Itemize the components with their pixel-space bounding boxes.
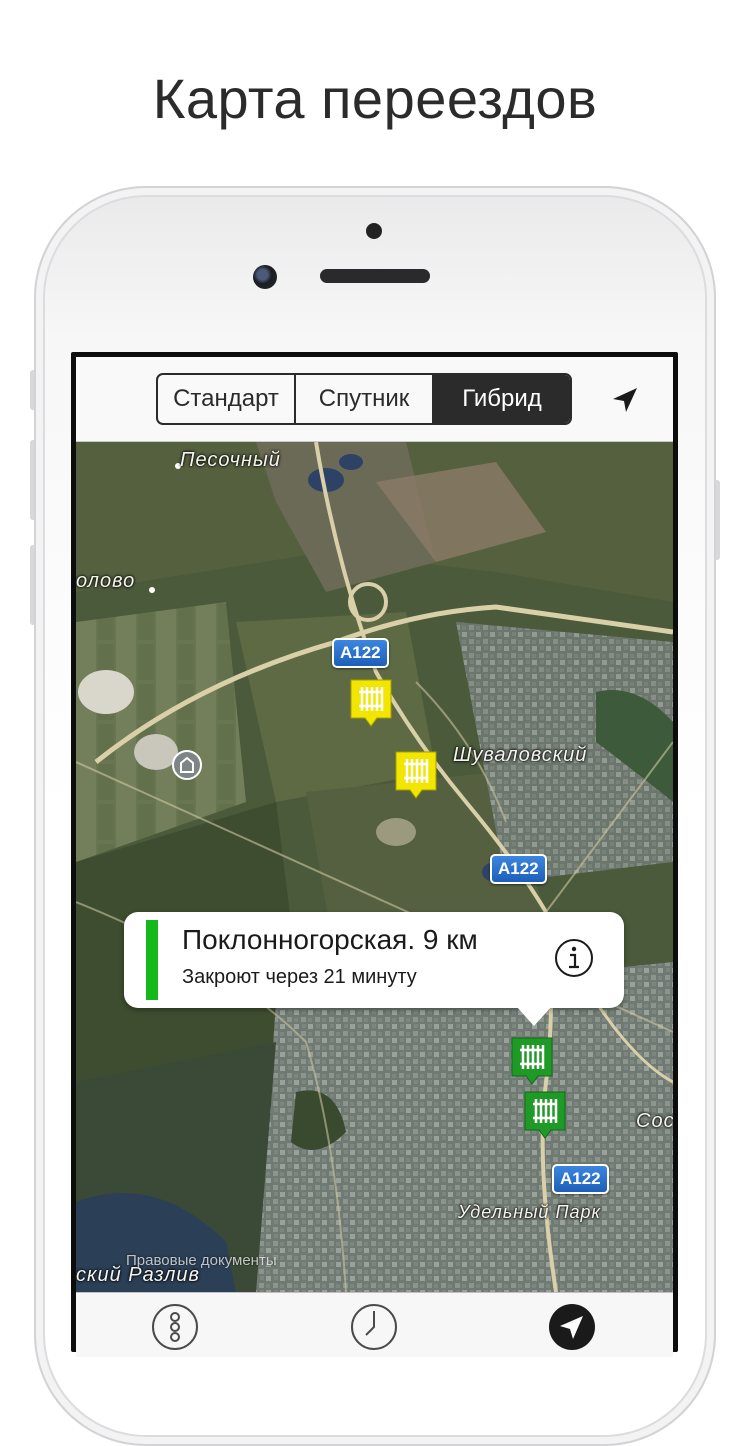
map-view[interactable]: Песочный олово Шуваловский Удельный Парк… bbox=[76, 442, 673, 1292]
crossing-callout[interactable]: Поклонногорская. 9 км Закроют через 21 м… bbox=[124, 912, 624, 1026]
location-arrow-icon[interactable] bbox=[609, 384, 641, 416]
callout-pointer bbox=[516, 1006, 552, 1026]
page-headline: Карта переездов bbox=[152, 67, 598, 130]
clock-icon[interactable] bbox=[350, 1303, 398, 1351]
road-shield-a122: A122 bbox=[552, 1164, 609, 1194]
poi-icon[interactable] bbox=[172, 750, 202, 780]
map-label-sos: Сос bbox=[636, 1110, 673, 1132]
front-camera bbox=[253, 265, 277, 289]
callout-subtitle: Закроют через 21 минуту bbox=[182, 966, 417, 988]
segment-standard[interactable]: Стандарт bbox=[158, 375, 296, 423]
crossing-marker-warning[interactable] bbox=[394, 750, 438, 802]
map-label-udelny-park: Удельный Парк bbox=[458, 1202, 602, 1222]
tab-bar bbox=[76, 1292, 673, 1357]
crossing-marker-open[interactable] bbox=[523, 1090, 567, 1142]
status-indicator bbox=[146, 920, 158, 1000]
map-type-segmented-control: Стандарт Спутник Гибрид bbox=[156, 373, 572, 425]
earpiece-speaker bbox=[320, 269, 430, 283]
crossing-marker-warning[interactable] bbox=[349, 678, 393, 730]
map-label-olovo: олово bbox=[76, 570, 136, 592]
map-label-shuvalovsky: Шуваловский bbox=[453, 744, 588, 766]
proximity-sensor bbox=[366, 223, 382, 239]
crossing-marker-open[interactable] bbox=[510, 1036, 554, 1088]
location-arrow-icon[interactable] bbox=[548, 1303, 596, 1351]
road-shield-a122: A122 bbox=[332, 638, 389, 668]
info-icon[interactable] bbox=[554, 938, 594, 978]
app-screen: Стандарт Спутник Гибрид Песочный олово Ш… bbox=[76, 357, 673, 1357]
segment-hybrid[interactable]: Гибрид bbox=[434, 375, 570, 423]
map-type-toolbar: Стандарт Спутник Гибрид bbox=[76, 357, 673, 442]
map-label-pesochny: Песочный bbox=[180, 449, 281, 471]
traffic-light-icon[interactable] bbox=[151, 1303, 199, 1351]
callout-title: Поклонногорская. 9 км bbox=[182, 924, 478, 955]
phone-screen: Стандарт Спутник Гибрид Песочный олово Ш… bbox=[71, 352, 678, 1357]
legal-link[interactable]: Правовые документы bbox=[126, 1252, 277, 1269]
segment-satellite[interactable]: Спутник bbox=[296, 375, 434, 423]
road-shield-a122: A122 bbox=[490, 854, 547, 884]
